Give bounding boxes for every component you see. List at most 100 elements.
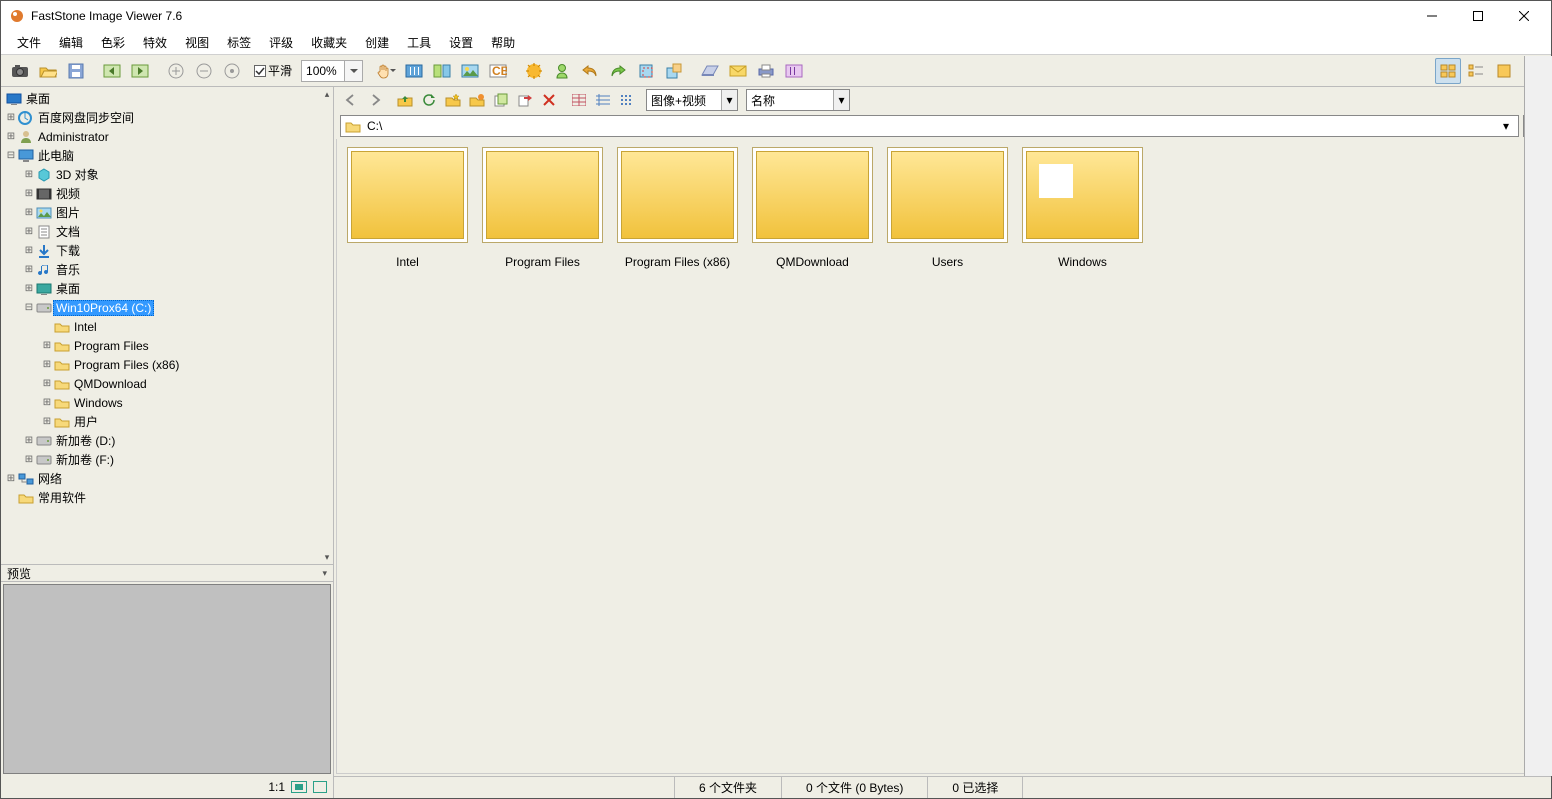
undo-button[interactable] <box>577 58 603 84</box>
email-button[interactable] <box>725 58 751 84</box>
expand-icon[interactable]: ⊞ <box>23 454 35 465</box>
nav-delete-button[interactable] <box>538 89 560 111</box>
nav-newfolder-button[interactable] <box>466 89 488 111</box>
zoom-in-button[interactable] <box>163 58 189 84</box>
sort-combo[interactable]: 名称▾ <box>746 89 850 111</box>
contact-sheet-button[interactable]: CB <box>485 58 511 84</box>
scan-button[interactable] <box>697 58 723 84</box>
resize-button[interactable] <box>661 58 687 84</box>
menu-settings[interactable]: 设置 <box>441 32 481 53</box>
zoom-combo[interactable] <box>301 60 363 82</box>
collapse-icon[interactable]: ▾ <box>322 568 327 579</box>
tree-item[interactable]: ⊞网络 <box>1 469 321 488</box>
jpeg-button[interactable] <box>781 58 807 84</box>
expand-icon[interactable]: ⊞ <box>41 340 53 351</box>
thumbnail-area[interactable]: IntelProgram FilesProgram Files (x86)QMD… <box>336 139 1547 774</box>
view-grid-icon[interactable] <box>568 89 590 111</box>
fullscreen-icon[interactable] <box>313 781 327 793</box>
expand-icon[interactable]: ⊞ <box>23 435 35 446</box>
open-button[interactable] <box>35 58 61 84</box>
crop-button[interactable] <box>633 58 659 84</box>
tree-item[interactable]: ⊞新加卷 (F:) <box>1 450 321 469</box>
expand-icon[interactable]: ⊞ <box>23 283 35 294</box>
nav-back-button[interactable] <box>340 89 362 111</box>
expand-icon[interactable]: ⊟ <box>5 150 17 161</box>
expand-icon[interactable]: ⊞ <box>41 359 53 370</box>
zoom-out-button[interactable] <box>191 58 217 84</box>
view-details-button[interactable] <box>1463 58 1489 84</box>
expand-icon[interactable]: ⊞ <box>41 416 53 427</box>
menu-help[interactable]: 帮助 <box>483 32 523 53</box>
tree-item[interactable]: ⊞百度网盘同步空间 <box>1 108 321 127</box>
view-list-icon[interactable] <box>592 89 614 111</box>
folder-thumbnail[interactable]: Intel <box>343 147 472 275</box>
expand-icon[interactable]: ⊞ <box>41 378 53 389</box>
tree-root[interactable]: 桌面 <box>1 89 321 108</box>
menu-rating[interactable]: 评级 <box>261 32 301 53</box>
skin-button[interactable] <box>549 58 575 84</box>
menu-color[interactable]: 色彩 <box>93 32 133 53</box>
tree-item[interactable]: ⊞桌面 <box>1 279 321 298</box>
scroll-up-icon[interactable]: ▴ <box>321 87 333 101</box>
chevron-down-icon[interactable]: ▾ <box>721 90 737 110</box>
menu-effects[interactable]: 特效 <box>135 32 175 53</box>
zoom-dropdown[interactable] <box>345 60 363 82</box>
nav-up-button[interactable] <box>394 89 416 111</box>
smooth-toggle[interactable]: 平滑 <box>247 58 299 84</box>
nav-move-button[interactable] <box>514 89 536 111</box>
expand-icon[interactable]: ⊞ <box>5 112 17 123</box>
print-button[interactable] <box>753 58 779 84</box>
tree-item[interactable]: ⊞3D 对象 <box>1 165 321 184</box>
folder-thumbnail[interactable]: Program Files (x86) <box>613 147 742 275</box>
tree-item[interactable]: ⊟Win10Prox64 (C:) <box>1 298 321 317</box>
view-thumbnails-button[interactable] <box>1435 58 1461 84</box>
tree-item[interactable]: ⊞文档 <box>1 222 321 241</box>
nav-copy-button[interactable] <box>490 89 512 111</box>
menu-edit[interactable]: 编辑 <box>51 32 91 53</box>
tree-item[interactable]: ⊞视频 <box>1 184 321 203</box>
tree-item[interactable]: ⊞Program Files (x86) <box>1 355 321 374</box>
maximize-button[interactable] <box>1455 1 1501 31</box>
tree-scrollbar[interactable]: ▴ ▾ <box>321 87 333 564</box>
prev-image-button[interactable] <box>99 58 125 84</box>
compare-button[interactable] <box>429 58 455 84</box>
nav-favorites-button[interactable] <box>442 89 464 111</box>
expand-icon[interactable]: ⊞ <box>5 473 17 484</box>
tree-item[interactable]: 常用软件 <box>1 488 321 507</box>
tree-item[interactable]: ⊞图片 <box>1 203 321 222</box>
right-side-panel[interactable] <box>1524 56 1552 776</box>
chevron-down-icon[interactable]: ▾ <box>1498 119 1514 133</box>
tree-item[interactable]: ⊞新加卷 (D:) <box>1 431 321 450</box>
menu-view[interactable]: 视图 <box>177 32 217 53</box>
chevron-down-icon[interactable]: ▾ <box>833 90 849 110</box>
zoom-actual-button[interactable] <box>219 58 245 84</box>
expand-icon[interactable]: ⊞ <box>23 207 35 218</box>
menu-tags[interactable]: 标签 <box>219 32 259 53</box>
menu-file[interactable]: 文件 <box>9 32 49 53</box>
fit-icon[interactable] <box>291 781 307 793</box>
minimize-button[interactable] <box>1409 1 1455 31</box>
hand-tool-button[interactable] <box>373 58 399 84</box>
expand-icon[interactable]: ⊞ <box>23 188 35 199</box>
expand-icon[interactable]: ⊞ <box>23 245 35 256</box>
folder-tree[interactable]: 桌面⊞百度网盘同步空间⊞Administrator⊟此电脑⊞3D 对象⊞视频⊞图… <box>1 87 321 564</box>
nav-refresh-button[interactable] <box>418 89 440 111</box>
expand-icon[interactable]: ⊞ <box>23 169 35 180</box>
tree-item[interactable]: ⊟此电脑 <box>1 146 321 165</box>
view-small-icon[interactable] <box>616 89 638 111</box>
folder-thumbnail[interactable]: Program Files <box>478 147 607 275</box>
expand-icon[interactable]: ⊟ <box>23 302 35 313</box>
path-input[interactable]: C:\ ▾ <box>340 115 1519 137</box>
tree-item[interactable]: ⊞下载 <box>1 241 321 260</box>
next-image-button[interactable] <box>127 58 153 84</box>
redo-button[interactable] <box>605 58 631 84</box>
tree-item[interactable]: ⊞Windows <box>1 393 321 412</box>
tree-item[interactable]: ⊞Program Files <box>1 336 321 355</box>
menu-favorites[interactable]: 收藏夹 <box>303 32 355 53</box>
expand-icon[interactable]: ⊞ <box>23 264 35 275</box>
preview-header[interactable]: 预览 ▾ <box>1 564 333 582</box>
tree-item[interactable]: Intel <box>1 317 321 336</box>
expand-icon[interactable]: ⊞ <box>5 131 17 142</box>
menu-create[interactable]: 创建 <box>357 32 397 53</box>
expand-icon[interactable]: ⊞ <box>41 397 53 408</box>
